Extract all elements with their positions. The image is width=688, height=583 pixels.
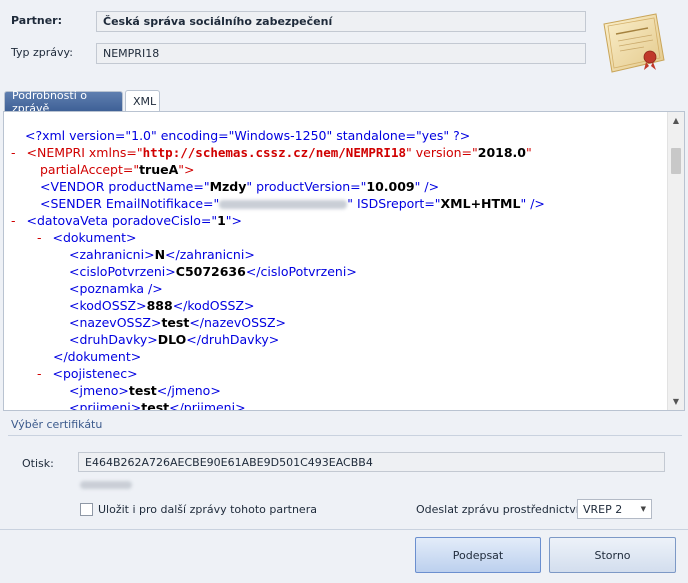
xml-line: - <pojistenec> bbox=[37, 366, 138, 381]
xml-viewer[interactable]: <?xml version="1.0" encoding="Windows-12… bbox=[3, 111, 685, 411]
collapse-toggle[interactable]: - bbox=[37, 230, 42, 245]
collapse-toggle[interactable]: - bbox=[37, 366, 42, 381]
xml-line: <VENDOR productName="Mzdy" productVersio… bbox=[40, 179, 440, 194]
collapse-toggle[interactable]: - bbox=[11, 213, 16, 228]
xml-line: <?xml version="1.0" encoding="Windows-12… bbox=[25, 128, 471, 143]
collapse-toggle[interactable]: - bbox=[11, 145, 16, 160]
certificate-icon bbox=[603, 13, 665, 73]
xml-line: - <dokument> bbox=[37, 230, 137, 245]
scroll-thumb[interactable] bbox=[671, 148, 681, 174]
send-via-select[interactable]: VREP 2 ▼ bbox=[577, 499, 652, 519]
xml-line: </dokument> bbox=[53, 349, 142, 364]
message-type-field: NEMPRI18 bbox=[96, 43, 586, 64]
save-for-partner-checkbox[interactable] bbox=[80, 503, 93, 516]
xml-line: <prijmeni>test</prijmeni> bbox=[69, 400, 246, 410]
scroll-up-icon[interactable]: ▲ bbox=[668, 112, 684, 129]
xml-line: <poznamka /> bbox=[69, 281, 163, 296]
scroll-down-icon[interactable]: ▼ bbox=[668, 393, 684, 410]
send-via-value: VREP 2 bbox=[583, 502, 623, 516]
tab-xml[interactable]: XML bbox=[125, 90, 160, 112]
cancel-button[interactable]: Storno bbox=[549, 537, 676, 573]
vertical-scrollbar[interactable]: ▲ ▼ bbox=[667, 112, 684, 410]
send-via-label: Odeslat zprávu prostřednictvím bbox=[416, 503, 590, 516]
message-type-label: Typ zprávy: bbox=[11, 46, 73, 59]
xml-line: <nazevOSSZ>test</nazevOSSZ> bbox=[69, 315, 286, 330]
tab-message-details[interactable]: Podrobnosti o zprávě bbox=[4, 89, 123, 115]
xml-line: <cisloPotvrzeni>C5072636</cisloPotvrzeni… bbox=[69, 264, 357, 279]
fingerprint-field: E464B262A726AECBE90E61ABE9D501C493EACBB4 bbox=[78, 452, 665, 472]
partner-label: Partner: bbox=[11, 14, 62, 27]
fingerprint-label: Otisk: bbox=[22, 457, 54, 470]
xml-line: - <datovaVeta poradoveCislo="1"> bbox=[11, 213, 243, 228]
xml-line: partialAccept="trueA"> bbox=[40, 162, 195, 177]
xml-line: <jmeno>test</jmeno> bbox=[69, 383, 221, 398]
xml-line: <kodOSSZ>888</kodOSSZ> bbox=[69, 298, 255, 313]
partner-field: Česká správa sociálního zabezpečení bbox=[96, 11, 586, 32]
sign-button[interactable]: Podepsat bbox=[415, 537, 541, 573]
save-for-partner-label[interactable]: Uložit i pro další zprávy tohoto partner… bbox=[98, 503, 317, 516]
footer-divider bbox=[0, 529, 688, 530]
redacted-text bbox=[80, 481, 132, 489]
chevron-down-icon: ▼ bbox=[640, 505, 646, 513]
xml-line: <zahranicni>N</zahranicni> bbox=[69, 247, 255, 262]
redacted-email bbox=[219, 200, 348, 209]
xml-line: <SENDER EmailNotifikace=" " ISDSreport="X… bbox=[40, 196, 545, 211]
xml-line: <druhDavky>DLO</druhDavky> bbox=[69, 332, 280, 347]
xml-line: - <NEMPRI xmlns="http://schemas.cssz.cz/… bbox=[11, 145, 532, 160]
certificate-section-title: Výběr certifikátu bbox=[8, 418, 682, 436]
